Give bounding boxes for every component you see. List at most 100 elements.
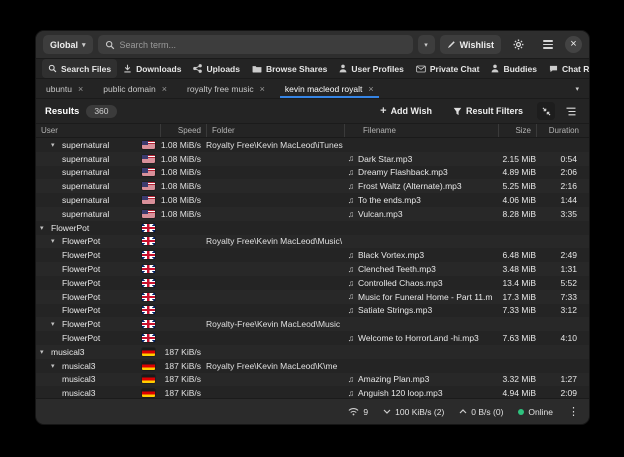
column-header-folder[interactable]: Folder xyxy=(206,124,344,137)
tab-label: User Profiles xyxy=(351,64,403,74)
row-size: 17.3 MiB xyxy=(498,292,536,302)
row-expander-icon[interactable]: ▾ xyxy=(51,237,59,245)
tab-private-chat[interactable]: Private Chat xyxy=(410,59,486,78)
column-header-size[interactable]: Size xyxy=(498,124,536,137)
column-header-duration[interactable]: Duration xyxy=(536,124,584,137)
main-menu-button[interactable] xyxy=(536,35,560,54)
table-row[interactable]: ▾ FlowerPot ♫ xyxy=(36,221,589,235)
row-duration: 2:06 xyxy=(536,167,584,177)
table-row[interactable]: ▾ supernatural 1.08 MiB/s ♫ Dreamy Flash… xyxy=(36,166,589,180)
column-header-fileicon[interactable] xyxy=(344,124,358,137)
table-row[interactable]: ▾ FlowerPot ♫ Controlled Chaos.mp3 13.4 … xyxy=(36,276,589,290)
preferences-button[interactable] xyxy=(506,35,531,54)
collapse-rows-icon xyxy=(542,107,551,116)
table-row[interactable]: ▾ musical3 187 KiB/s ♫ Anguish 120 loop.… xyxy=(36,386,589,398)
table-row[interactable]: ▾ FlowerPot ♫ Satiate Strings.mp3 7.33 M… xyxy=(36,304,589,318)
user-icon xyxy=(339,64,347,73)
table-row[interactable]: ▾ musical3 187 KiB/s ♫ xyxy=(36,345,589,359)
row-expander-icon[interactable]: ▾ xyxy=(51,320,59,328)
table-row[interactable]: ▾ FlowerPot Royalty Free\Kevin MacLeod\M… xyxy=(36,235,589,249)
search-entry[interactable] xyxy=(98,35,413,54)
column-header-filename[interactable]: Filename xyxy=(358,124,498,137)
tab-buddies[interactable]: Buddies xyxy=(485,59,543,78)
row-filename: Dreamy Flashback.mp3 xyxy=(358,167,498,177)
table-row[interactable]: ▾ FlowerPot ♫ Music for Funeral Home - P… xyxy=(36,290,589,304)
table-row[interactable]: ▾ supernatural 1.08 MiB/s ♫ Frost Waltz … xyxy=(36,179,589,193)
row-user: FlowerPot xyxy=(62,278,100,288)
download-speed-stat[interactable]: 100 KiB/s (2) xyxy=(383,407,444,417)
table-row[interactable]: ▾ musical3 187 KiB/s ♫ Amazing Plan.mp3 … xyxy=(36,373,589,387)
row-size: 7.63 MiB xyxy=(498,333,536,343)
row-filename: Satiate Strings.mp3 xyxy=(358,305,498,315)
row-duration: 2:16 xyxy=(536,181,584,191)
search-input[interactable] xyxy=(120,40,406,50)
close-icon[interactable]: × xyxy=(78,84,83,94)
results-table-body: ▾ supernatural 1.08 MiB/s Royalty Free\K… xyxy=(36,138,589,398)
tab-user-profiles[interactable]: User Profiles xyxy=(333,59,409,78)
country-flag-icon xyxy=(142,168,155,176)
row-duration: 1:44 xyxy=(536,195,584,205)
folder-icon xyxy=(252,65,262,73)
status-menu-button[interactable]: ⋮ xyxy=(568,405,579,418)
row-filename: Controlled Chaos.mp3 xyxy=(358,278,498,288)
table-row[interactable]: ▾ FlowerPot Royalty-Free\Kevin MacLeod\M… xyxy=(36,317,589,331)
connection-stat[interactable]: 9 xyxy=(348,407,368,417)
add-wish-button[interactable]: + Add Wish xyxy=(373,102,439,121)
row-expander-icon[interactable]: ▾ xyxy=(51,141,59,149)
table-row[interactable]: ▾ FlowerPot ♫ Welcome to HorrorLand -hi.… xyxy=(36,331,589,345)
download-speed: 100 KiB/s (2) xyxy=(395,407,444,417)
country-flag-icon xyxy=(142,375,155,383)
table-row[interactable]: ▾ FlowerPot ♫ Black Vortex.mp3 6.48 MiB … xyxy=(36,248,589,262)
tab-label: Browse Shares xyxy=(266,64,327,74)
table-row[interactable]: ▾ supernatural 1.08 MiB/s ♫ Vulcan.mp3 8… xyxy=(36,207,589,221)
tabs-overflow-button[interactable]: ▾ xyxy=(575,79,579,98)
chevron-down-icon xyxy=(383,409,391,414)
tab-search-files[interactable]: Search Files xyxy=(42,59,117,78)
upload-speed-stat[interactable]: 0 B/s (0) xyxy=(459,407,503,417)
table-row[interactable]: ▾ supernatural 1.08 MiB/s Royalty Free\K… xyxy=(36,138,589,152)
tab-uploads[interactable]: Uploads xyxy=(187,59,246,78)
row-speed: 187 KiB/s xyxy=(160,374,206,384)
column-header-user[interactable]: User xyxy=(36,124,136,137)
row-expander-icon[interactable]: ▾ xyxy=(40,224,48,232)
search-history-button[interactable]: ▾ xyxy=(418,35,435,54)
column-header-flag[interactable] xyxy=(136,124,160,137)
table-row[interactable]: ▾ FlowerPot ♫ Clenched Teeth.mp3 3.48 Mi… xyxy=(36,262,589,276)
table-row[interactable]: ▾ supernatural 1.08 MiB/s ♫ To the ends.… xyxy=(36,193,589,207)
result-filters-button[interactable]: Result Filters xyxy=(446,102,530,121)
tab-downloads[interactable]: Downloads xyxy=(117,59,187,78)
row-filename: Music for Funeral Home - Part 11.m xyxy=(358,292,498,302)
row-duration: 5:52 xyxy=(536,278,584,288)
online-status[interactable]: Online xyxy=(518,407,553,417)
search-tab-public-domain[interactable]: public domain × xyxy=(103,79,167,98)
plus-icon: + xyxy=(380,106,386,117)
tab-browse-shares[interactable]: Browse Shares xyxy=(246,59,333,78)
close-icon[interactable]: × xyxy=(260,84,265,94)
close-button[interactable]: × xyxy=(565,36,582,53)
collapse-rows-button[interactable] xyxy=(537,102,555,120)
row-filename: Anguish 120 loop.mp3 xyxy=(358,388,498,398)
close-icon[interactable]: × xyxy=(162,84,167,94)
grouping-mode-button[interactable] xyxy=(562,102,580,120)
row-speed: 1.08 MiB/s xyxy=(160,209,206,219)
row-speed: 187 KiB/s xyxy=(160,347,206,357)
row-folder: Royalty Free\Kevin MacLeod\K\me xyxy=(206,361,344,371)
column-header-speed[interactable]: Speed xyxy=(160,124,206,137)
row-expander-icon[interactable]: ▾ xyxy=(51,362,59,370)
search-tab-royalty-free-music[interactable]: royalty free music × xyxy=(187,79,265,98)
tab-chat-rooms[interactable]: Chat Rooms xyxy=(543,59,590,78)
row-size: 8.28 MiB xyxy=(498,209,536,219)
wishlist-button[interactable]: Wishlist xyxy=(440,35,501,54)
row-expander-icon[interactable]: ▾ xyxy=(40,348,48,356)
row-user: FlowerPot xyxy=(62,305,100,315)
main-tabbar: Search Files Downloads Uploads Browse Sh… xyxy=(36,59,589,79)
close-icon[interactable]: × xyxy=(368,84,373,94)
row-user: supernatural xyxy=(62,181,109,191)
table-row[interactable]: ▾ supernatural 1.08 MiB/s ♫ Dark Star.mp… xyxy=(36,152,589,166)
row-size: 3.48 MiB xyxy=(498,264,536,274)
search-tab-ubuntu[interactable]: ubuntu × xyxy=(46,79,83,98)
scope-dropdown[interactable]: Global ▾ xyxy=(43,35,93,54)
table-row[interactable]: ▾ musical3 187 KiB/s Royalty Free\Kevin … xyxy=(36,359,589,373)
search-tab-kevin-macleod[interactable]: kevin macleod royalt × xyxy=(285,79,374,98)
row-speed: 1.08 MiB/s xyxy=(160,154,206,164)
